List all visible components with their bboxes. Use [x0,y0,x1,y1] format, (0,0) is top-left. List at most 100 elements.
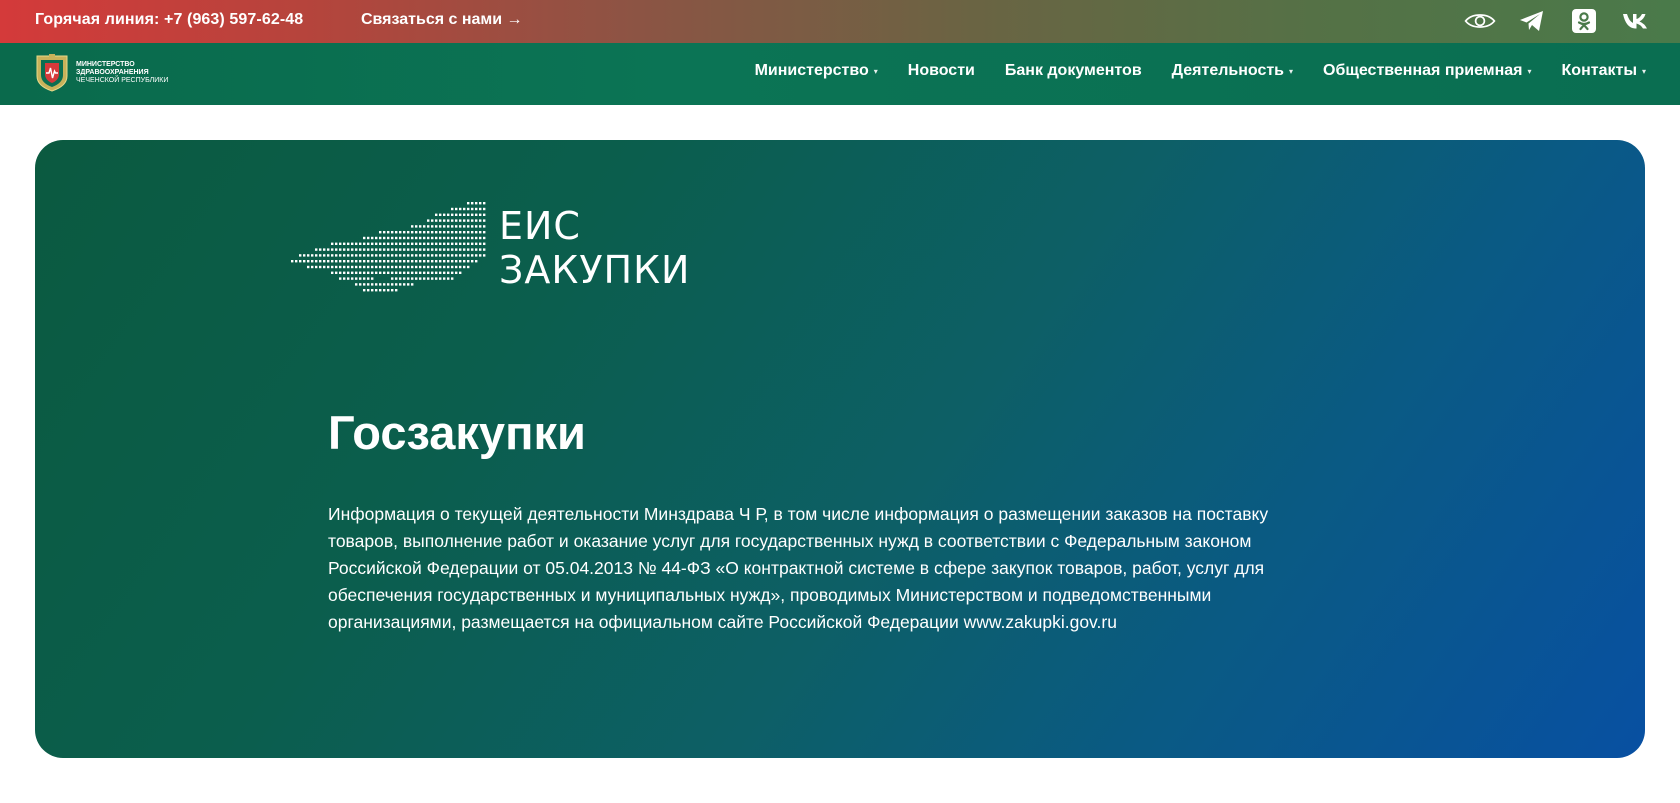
map-dot [343,265,346,269]
nav-item-public-reception[interactable]: Общественная приемная ▾ [1323,62,1532,80]
map-dot [459,271,462,274]
map-dot [411,260,414,263]
map-dot [403,260,406,263]
map-dot [443,271,446,274]
chevron-down-icon: ▾ [1641,66,1646,76]
map-dot [427,242,430,245]
map-dot [371,265,374,269]
map-dot [375,289,378,292]
map-dot [463,248,466,251]
map-dot [379,283,382,286]
map-dot [367,277,370,280]
map-dot [451,277,454,280]
map-dot [371,271,374,274]
map-dot [383,248,386,251]
map-dot [395,265,398,269]
telegram-icon[interactable] [1516,6,1548,36]
nav-item-documents[interactable]: Банк документов [1005,62,1142,80]
map-dot [355,260,358,263]
map-dot [455,225,458,228]
map-dot [375,236,378,240]
nav-item-activity[interactable]: Деятельность ▾ [1172,62,1293,80]
map-dot [391,254,394,257]
map-dot [407,231,410,234]
map-dot [483,231,486,234]
map-dot [419,271,422,274]
map-dot [467,242,470,245]
map-dot [431,277,434,280]
map-dot [419,254,422,257]
ministry-logo[interactable]: МИНИСТЕРСТВО ЗДРАВООХРАНЕНИЯ ЧЕЧЕНСКОЙ Р… [34,54,168,92]
map-dot [303,260,306,263]
map-dot [355,283,358,286]
map-dot [399,271,402,274]
map-dot [327,265,330,269]
map-dot [395,277,398,280]
map-dot [387,236,390,240]
map-dot [411,254,414,257]
map-dot [419,265,422,269]
map-dot [331,271,334,274]
map-dot [459,219,462,222]
map-dot [459,236,462,240]
map-dot [427,236,430,240]
map-dot [391,231,394,234]
odnoklassniki-icon[interactable] [1568,6,1600,36]
map-dot [423,271,426,274]
hotline-text[interactable]: Горячая линия: +7 (963) 597-62-48 [35,11,303,29]
map-dot [407,265,410,269]
map-dot [367,283,370,286]
map-dot [475,231,478,234]
map-dot [427,260,430,263]
map-dot [427,254,430,257]
map-dot [471,254,474,257]
map-dot [431,219,434,222]
map-dot [351,242,354,245]
map-dot [339,260,342,263]
nav-item-news[interactable]: Новости [908,62,975,80]
map-dot [323,248,326,251]
map-dot [479,242,482,245]
map-dot [323,260,326,263]
contact-us-link[interactable]: Связаться с нами → [361,11,523,29]
map-dot [471,231,474,234]
map-dot [331,254,334,257]
map-dot [347,248,350,251]
eye-icon[interactable] [1464,6,1496,36]
map-dot [479,219,482,222]
eis-zakupki-logo[interactable]: ЕИС ЗАКУПКИ [291,198,690,298]
map-dot [415,236,418,240]
map-dot [387,271,390,274]
map-dot [399,265,402,269]
eis-logo-line2: ЗАКУПКИ [499,248,691,292]
map-dot [439,260,442,263]
map-dot [331,260,334,263]
map-dot [471,242,474,245]
map-dot [443,236,446,240]
map-dot [439,254,442,257]
map-dot [375,248,378,251]
map-dot [399,260,402,263]
map-dot [359,260,362,263]
map-dot [451,207,454,211]
map-dot [315,254,318,257]
map-dot [475,260,478,263]
nav-item-ministry[interactable]: Министерство ▾ [755,62,878,80]
map-dot [391,236,394,240]
map-dot [439,236,442,240]
map-dot [463,236,466,240]
map-dot [471,207,474,211]
map-dot [315,248,318,251]
map-dot [359,248,362,251]
map-dot [455,254,458,257]
map-dot [367,248,370,251]
map-dot [483,254,486,257]
map-dot [391,265,394,269]
map-dot [371,260,374,263]
map-dot [423,225,426,228]
nav-item-contacts[interactable]: Контакты ▾ [1562,62,1646,80]
map-dot [451,225,454,228]
vk-icon[interactable] [1620,6,1652,36]
map-dot [391,289,394,292]
map-dot [387,265,390,269]
